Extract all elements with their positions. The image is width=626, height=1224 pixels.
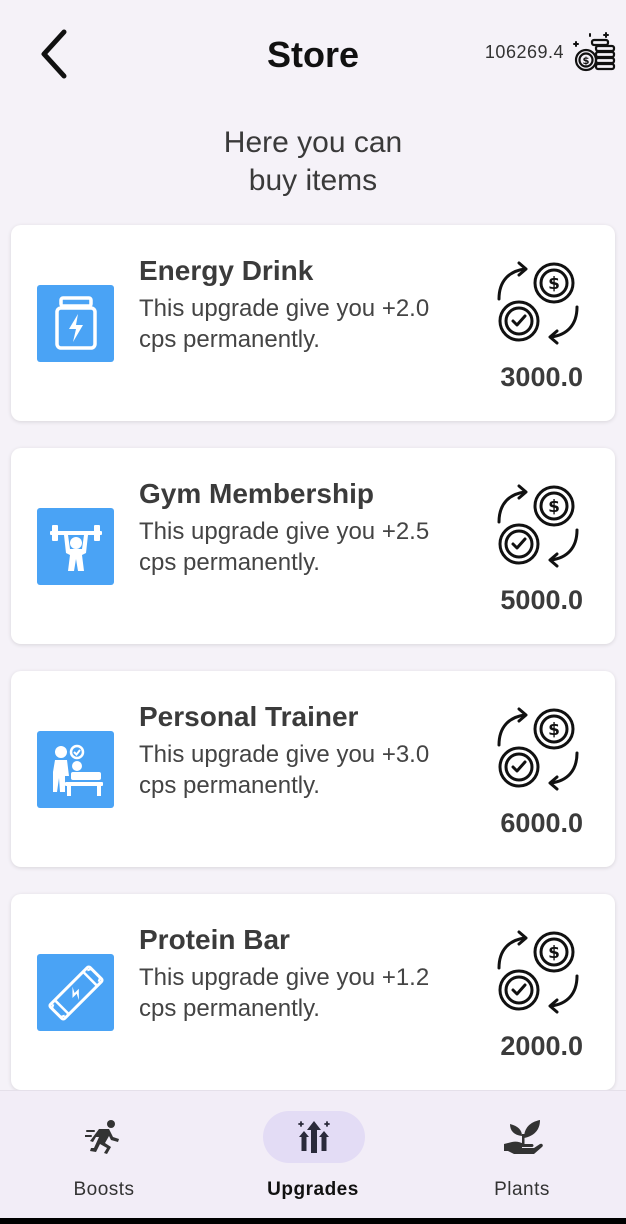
svg-text:$: $ bbox=[548, 497, 560, 517]
svg-text:$: $ bbox=[548, 720, 560, 740]
weightlifter-icon bbox=[37, 508, 114, 585]
nav-label: Plants bbox=[494, 1179, 550, 1200]
item-name: Protein Bar bbox=[139, 924, 290, 955]
store-item-card[interactable]: Protein Bar This upgrade give you +1.2 c… bbox=[11, 894, 615, 1090]
item-name: Personal Trainer bbox=[139, 701, 359, 732]
svg-text:$: $ bbox=[583, 56, 590, 67]
nav-item-boosts[interactable]: Boosts bbox=[0, 1091, 208, 1219]
nav-pill bbox=[472, 1111, 574, 1163]
coins-stack-icon: $ bbox=[573, 32, 616, 72]
store-item-card[interactable]: Energy Drink This upgrade give you +2.0 … bbox=[11, 225, 615, 421]
item-name: Gym Membership bbox=[139, 478, 374, 509]
subtitle-line-1: Here you can bbox=[223, 126, 403, 159]
currency-exchange-icon: $ bbox=[497, 930, 579, 1014]
system-gesture-bar bbox=[0, 1218, 626, 1224]
svg-text:$: $ bbox=[548, 274, 560, 294]
store-item-list: Energy Drink This upgrade give you +2.0 … bbox=[11, 225, 615, 1117]
item-price: 6000.0 bbox=[500, 808, 583, 838]
nav-label: Upgrades bbox=[267, 1179, 359, 1200]
item-price: 3000.0 bbox=[500, 362, 583, 392]
nav-pill bbox=[54, 1111, 156, 1163]
nav-label: Boosts bbox=[73, 1179, 135, 1200]
nav-item-upgrades[interactable]: Upgrades bbox=[209, 1091, 417, 1219]
balance-value: 106269.4 bbox=[484, 42, 564, 62]
item-description: This upgrade give you +3.0 cps permanent… bbox=[139, 741, 430, 799]
svg-text:$: $ bbox=[548, 943, 560, 963]
app-header: Store 106269.4 $ bbox=[0, 0, 626, 110]
nav-pill-active bbox=[263, 1111, 365, 1163]
store-subtitle: Here you can buy items bbox=[0, 124, 626, 200]
energy-drink-icon bbox=[37, 285, 114, 362]
item-description: This upgrade give you +2.5 cps permanent… bbox=[139, 518, 430, 576]
item-name: Energy Drink bbox=[139, 255, 314, 286]
store-item-card[interactable]: Personal Trainer This upgrade give you +… bbox=[11, 671, 615, 867]
plant-hand-icon bbox=[504, 1120, 543, 1154]
item-price: 5000.0 bbox=[500, 585, 583, 615]
currency-exchange-icon: $ bbox=[497, 707, 579, 791]
currency-exchange-icon: $ bbox=[497, 261, 579, 345]
upgrade-arrows-icon bbox=[298, 1121, 330, 1153]
store-item-card[interactable]: Gym Membership This upgrade give you +2.… bbox=[11, 448, 615, 644]
nav-item-plants[interactable]: Plants bbox=[418, 1091, 626, 1219]
protein-bar-icon bbox=[37, 954, 114, 1031]
item-description: This upgrade give you +2.0 cps permanent… bbox=[139, 295, 430, 353]
subtitle-line-2: buy items bbox=[248, 164, 378, 197]
item-description: This upgrade give you +1.2 cps permanent… bbox=[139, 964, 430, 1022]
currency-exchange-icon: $ bbox=[497, 484, 579, 568]
runner-icon bbox=[85, 1120, 119, 1154]
bottom-navigation: Boosts Upgrades Plants bbox=[0, 1090, 626, 1218]
trainer-icon bbox=[37, 731, 114, 808]
item-price: 2000.0 bbox=[500, 1031, 583, 1061]
